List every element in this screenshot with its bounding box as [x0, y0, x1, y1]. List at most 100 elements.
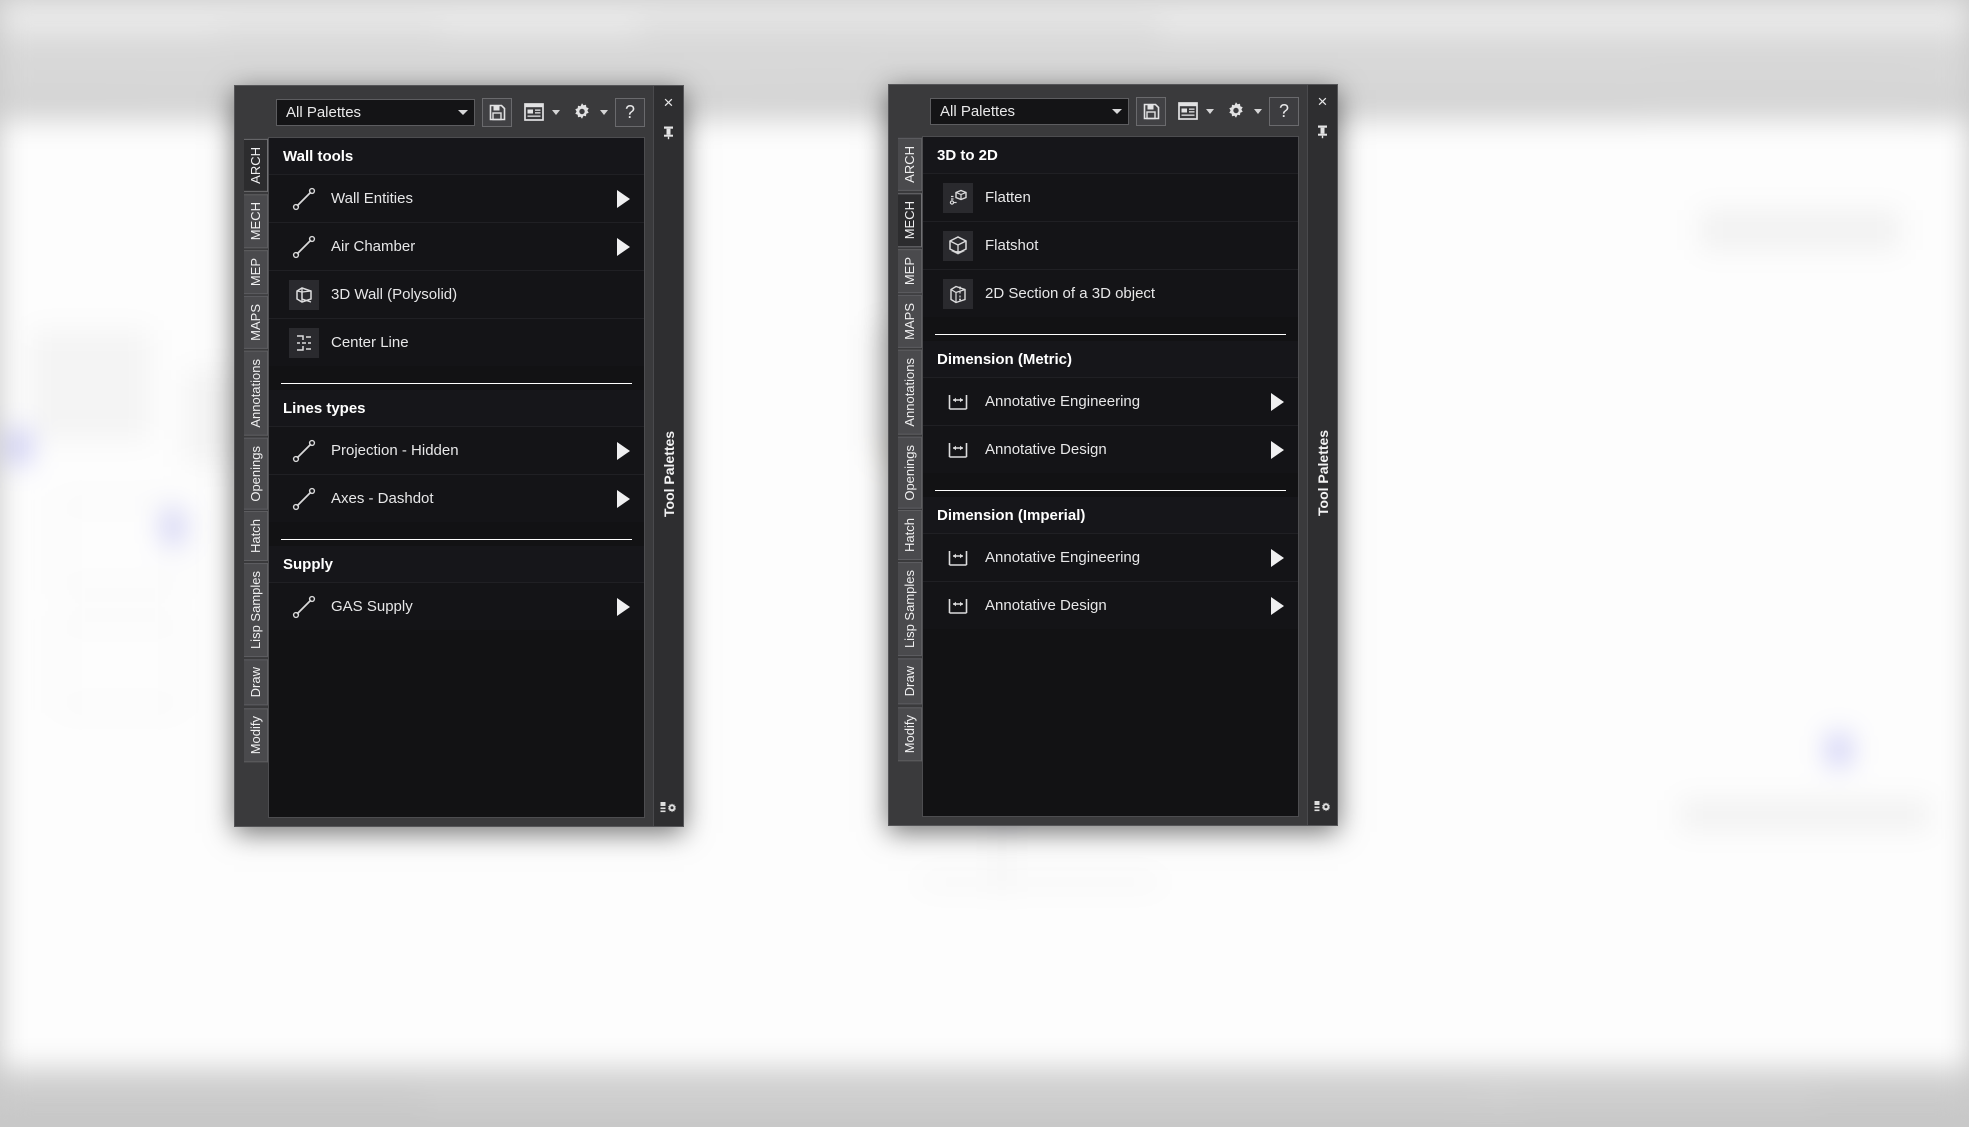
sidebar-item-openings[interactable]: Openings: [898, 436, 922, 509]
tab-label: Draw: [248, 667, 263, 698]
palette-body: All Palettes ? ARCH MECH MEP MAPS Annota…: [235, 86, 653, 826]
palette-toolbar: All Palettes ?: [244, 95, 645, 129]
sidebar-item-draw[interactable]: Draw: [244, 659, 268, 706]
sidebar-item-annotations[interactable]: Annotations: [898, 350, 922, 435]
tab-label: ARCH: [902, 146, 917, 183]
list-item[interactable]: Annotative Design: [923, 425, 1298, 473]
tab-label: Hatch: [902, 518, 917, 553]
section-header: Supply: [269, 546, 644, 582]
gear-icon: [1221, 97, 1251, 126]
tab-label: MEP: [902, 257, 917, 286]
sidebar-item-lisp-samples[interactable]: Lisp Samples: [898, 562, 922, 657]
sidebar-item-mech[interactable]: MECH: [898, 192, 922, 248]
sidebar-item-mep[interactable]: MEP: [244, 250, 268, 295]
chevron-down-icon[interactable]: [600, 109, 608, 115]
list-item[interactable]: 2D Section of a 3D object: [923, 269, 1298, 317]
section-header: Dimension (Metric): [923, 341, 1298, 377]
list-item-label: Wall Entities: [331, 190, 413, 207]
list-item[interactable]: Center Line: [269, 318, 644, 366]
sidebar-item-hatch[interactable]: Hatch: [898, 510, 922, 561]
chevron-down-icon: [458, 109, 468, 115]
pushpin-icon[interactable]: [1315, 124, 1330, 139]
close-icon[interactable]: ×: [664, 94, 674, 111]
section-3d-icon: [943, 278, 973, 309]
palette-view-button[interactable]: [519, 98, 560, 127]
list-item[interactable]: Annotative Engineering: [923, 377, 1298, 425]
section-header: 3D to 2D: [923, 137, 1298, 173]
section-divider: [281, 539, 632, 540]
chevron-down-icon[interactable]: [1206, 108, 1214, 114]
list-item-label: 3D Wall (Polysolid): [331, 286, 458, 303]
flyout-arrow-icon[interactable]: [617, 597, 630, 616]
dimension-icon: [943, 543, 973, 573]
list-item[interactable]: Annotative Engineering: [923, 533, 1298, 581]
palette-group-dropdown-value: All Palettes: [286, 103, 362, 121]
save-palette-button[interactable]: [482, 97, 512, 127]
tab-label: Draw: [902, 666, 917, 697]
sidebar-item-mech[interactable]: MECH: [244, 193, 268, 249]
palette-group-dropdown[interactable]: All Palettes: [930, 97, 1129, 125]
line-segment-icon: [289, 184, 319, 214]
list-item[interactable]: Projection - Hidden: [269, 426, 644, 474]
tool-palettes-icon: [1314, 799, 1332, 815]
dimension-icon: [943, 435, 973, 465]
flyout-arrow-icon[interactable]: [1271, 596, 1284, 615]
palette-view-icon: [519, 98, 549, 127]
tab-label: Lisp Samples: [248, 571, 263, 650]
save-palette-button[interactable]: [1136, 96, 1166, 126]
sidebar-item-maps[interactable]: MAPS: [898, 295, 922, 349]
sidebar-item-maps[interactable]: MAPS: [244, 296, 268, 350]
sidebar-item-lisp-samples[interactable]: Lisp Samples: [244, 563, 268, 658]
palette-lower-area: ARCH MECH MEP MAPS Annotations Openings …: [898, 136, 1299, 817]
dimension-icon: [943, 387, 973, 417]
list-item-label: Flatten: [985, 189, 1031, 206]
tab-label: ARCH: [248, 147, 263, 184]
flatshot-icon: [943, 230, 973, 261]
palette-toolbar: All Palettes ?: [898, 94, 1299, 128]
help-button[interactable]: ?: [615, 97, 645, 127]
tab-label: Annotations: [248, 359, 263, 428]
line-segment-icon: [289, 436, 319, 466]
sidebar-item-modify[interactable]: Modify: [244, 707, 268, 763]
sidebar-item-draw[interactable]: Draw: [898, 658, 922, 705]
flyout-arrow-icon[interactable]: [617, 189, 630, 208]
sidebar-item-arch[interactable]: ARCH: [244, 139, 268, 192]
list-item[interactable]: Flatten: [923, 173, 1298, 221]
list-item[interactable]: GAS Supply: [269, 582, 644, 630]
sidebar-item-mep[interactable]: MEP: [898, 249, 922, 294]
close-icon[interactable]: ×: [1318, 93, 1328, 110]
flyout-arrow-icon[interactable]: [1271, 548, 1284, 567]
list-item-label: Flatshot: [985, 237, 1039, 254]
pushpin-icon[interactable]: [661, 125, 676, 140]
flyout-arrow-icon[interactable]: [1271, 392, 1284, 411]
help-button[interactable]: ?: [1269, 96, 1299, 126]
palette-view-button[interactable]: [1173, 97, 1214, 126]
properties-button[interactable]: [567, 98, 608, 127]
flyout-arrow-icon[interactable]: [1271, 440, 1284, 459]
list-item[interactable]: Air Chamber: [269, 222, 644, 270]
chevron-down-icon[interactable]: [1254, 108, 1262, 114]
palette-group-dropdown[interactable]: All Palettes: [276, 98, 475, 126]
list-item[interactable]: Flatshot: [923, 221, 1298, 269]
properties-button[interactable]: [1221, 97, 1262, 126]
line-segment-icon: [289, 484, 319, 514]
list-item-label: Projection - Hidden: [331, 442, 459, 459]
flyout-arrow-icon[interactable]: [617, 237, 630, 256]
tool-palette-window-right[interactable]: All Palettes ? ARCH MECH MEP MAPS Annota…: [888, 84, 1338, 826]
list-item[interactable]: Axes - Dashdot: [269, 474, 644, 522]
sidebar-item-annotations[interactable]: Annotations: [244, 351, 268, 436]
sidebar-item-openings[interactable]: Openings: [244, 437, 268, 510]
list-item-label: Center Line: [331, 334, 409, 351]
list-item[interactable]: Annotative Design: [923, 581, 1298, 629]
sidebar-item-arch[interactable]: ARCH: [898, 138, 922, 191]
flyout-arrow-icon[interactable]: [617, 441, 630, 460]
tool-palette-window-left[interactable]: All Palettes ? ARCH MECH MEP MAPS Annota…: [234, 85, 684, 827]
sidebar-item-modify[interactable]: Modify: [898, 706, 922, 762]
chevron-down-icon[interactable]: [552, 109, 560, 115]
list-item[interactable]: Wall Entities: [269, 174, 644, 222]
polysolid-3d-icon: [289, 279, 319, 310]
flyout-arrow-icon[interactable]: [617, 489, 630, 508]
section-header: Dimension (Imperial): [923, 497, 1298, 533]
sidebar-item-hatch[interactable]: Hatch: [244, 511, 268, 562]
list-item[interactable]: 3D Wall (Polysolid): [269, 270, 644, 318]
